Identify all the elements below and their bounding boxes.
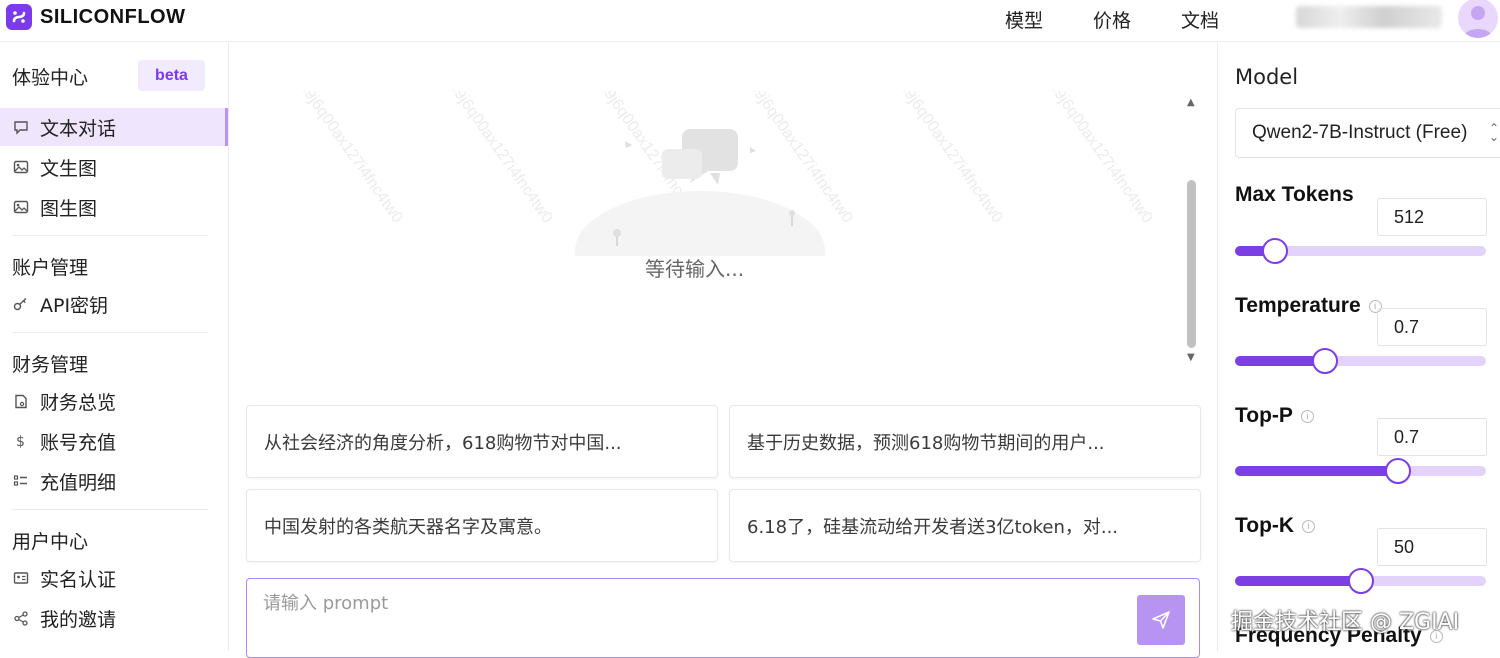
nav-models[interactable]: 模型 [1005,6,1043,33]
watermark-text: c1z569j6q00ax127i4fnc4tw0 [876,91,1006,227]
scroll-down-arrow-icon[interactable]: ▼ [1187,352,1195,363]
sidebar-item-finance-overview[interactable]: 财务总览 [0,382,228,420]
watermark-text: c1z569j6q00ax127i4fnc4tw0 [1166,91,1180,227]
sidebar-item-label: API密钥 [40,294,109,317]
sidebar-item-text-to-image[interactable]: 文生图 [0,148,228,186]
section-user-center: 用户中心 [12,531,89,553]
watermark-text: c1z569j6q00ax127i4fnc4tw0 [426,91,556,227]
divider [12,509,208,510]
model-title: Model [1235,65,1299,89]
user-account-blurred[interactable] [1296,6,1442,28]
top-p-label: Top-P i [1235,404,1314,428]
sidebar-item-label: 文生图 [40,157,98,180]
suggestion-text: 6.18了，硅基流动给开发者送3亿token，对... [747,516,1119,538]
nav-pricing[interactable]: 价格 [1093,6,1131,33]
top-k-label: Top-K i [1235,514,1316,538]
top-k-slider[interactable] [1235,568,1486,594]
model-select-value: Qwen2-7B-Instruct (Free) [1252,122,1468,143]
suggestion-card[interactable]: 从社会经济的角度分析，618购物节对中国... [246,405,718,478]
file-icon [12,392,30,410]
suggestion-text: 基于历史数据，预测618购物节期间的用户... [747,432,1105,454]
siliconflow-logo-icon [6,4,32,30]
suggestion-text: 从社会经济的角度分析，618购物节对中国... [264,432,622,454]
temperature-label: Temperature i [1235,294,1382,318]
slider-fill [1235,466,1398,476]
section-finance-management: 财务管理 [12,354,89,376]
suggestion-card[interactable]: 6.18了，硅基流动给开发者送3亿token，对... [729,489,1201,562]
brand-name: SILICONFLOW [40,5,186,28]
max-tokens-slider[interactable] [1235,238,1486,264]
sidebar-item-label: 图生图 [40,197,98,220]
watermark-text: c1z569j6q00ax127i4fnc4tw0 [1026,91,1156,227]
chat-icon [12,118,30,136]
send-button[interactable] [1137,595,1185,645]
list-icon [12,472,30,490]
svg-text:$: $ [16,434,25,449]
model-select[interactable]: Qwen2-7B-Instruct (Free) ⌃ ⌄ [1235,108,1500,158]
sidebar-item-api-keys[interactable]: API密钥 [0,285,228,323]
slider-thumb[interactable] [1262,238,1288,264]
max-tokens-input[interactable]: 512 [1377,198,1487,236]
scroll-up-arrow-icon[interactable]: ▲ [1187,97,1195,108]
user-avatar-icon [1464,6,1492,38]
divider [12,235,208,236]
top-k-input[interactable]: 50 [1377,528,1487,566]
empty-chat-illustration-icon [575,129,825,256]
temperature-input[interactable]: 0.7 [1377,308,1487,346]
dollar-icon: $ [12,432,30,450]
sidebar-item-my-invitations[interactable]: 我的邀请 [0,599,228,637]
brand-logo[interactable]: SILICONFLOW [6,4,185,30]
sidebar-item-label: 我的邀请 [40,608,117,631]
avatar[interactable] [1458,0,1498,38]
key-icon [12,295,30,313]
beta-badge: beta [138,60,205,91]
sidebar: 体验中心 beta 文本对话 文生图 图生图 账户管理 API密钥 财务管理 财… [0,43,229,651]
divider [12,332,208,333]
suggestion-card[interactable]: 中国发射的各类航天器名字及寓意。 [246,489,718,562]
id-card-icon [12,569,30,587]
sidebar-item-image-to-image[interactable]: 图生图 [0,188,228,226]
temperature-slider[interactable] [1235,348,1486,374]
top-p-input[interactable]: 0.7 [1377,418,1487,456]
prompt-box [246,578,1200,658]
slider-thumb[interactable] [1312,348,1338,374]
slider-thumb[interactable] [1385,458,1411,484]
sidebar-item-recharge[interactable]: $ 账号充值 [0,422,228,460]
sidebar-item-label: 财务总览 [40,391,117,414]
suggestion-card[interactable]: 基于历史数据，预测618购物节期间的用户... [729,405,1201,478]
slider-thumb[interactable] [1348,568,1374,594]
scrollbar-thumb[interactable] [1187,180,1196,348]
select-caret-icon: ⌃ ⌄ [1489,121,1500,144]
settings-panel: Model Qwen2-7B-Instruct (Free) ⌃ ⌄ Max To… [1217,43,1500,651]
image-icon [12,198,30,216]
sidebar-item-label: 账号充值 [40,431,117,454]
sidebar-item-label: 文本对话 [40,117,117,140]
section-account-management: 账户管理 [12,257,89,279]
sidebar-item-label: 充值明细 [40,471,117,494]
waiting-input-text: 等待输入... [645,257,745,281]
image-icon [12,158,30,176]
top-header: SILICONFLOW 模型 价格 文档 [0,0,1500,42]
chat-main: c1z569j6q00ax127i4fnc4tw0 c1z569j6q00ax1… [230,43,1216,658]
chat-messages-area: c1z569j6q00ax127i4fnc4tw0 c1z569j6q00ax1… [280,91,1180,411]
info-icon[interactable]: i [1300,409,1314,423]
section-experience-center: 体验中心 [12,67,89,89]
prompt-input[interactable] [263,593,1123,614]
share-icon [12,609,30,627]
watermark-text: c1z569j6q00ax127i4fnc4tw0 [280,91,406,227]
site-watermark: 掘金技术社区 @ ZGIAI [1231,610,1460,635]
sidebar-item-label: 实名认证 [40,568,117,591]
suggestion-text: 中国发射的各类航天器名字及寓意。 [264,516,552,538]
max-tokens-label: Max Tokens [1235,183,1354,206]
send-icon [1152,611,1170,629]
sidebar-item-text-chat[interactable]: 文本对话 [0,108,228,146]
sidebar-item-recharge-details[interactable]: 充值明细 [0,462,228,500]
info-icon[interactable]: i [1302,519,1316,533]
slider-fill [1235,576,1361,586]
sidebar-item-real-name-verification[interactable]: 实名认证 [0,559,228,597]
nav-docs[interactable]: 文档 [1181,6,1219,33]
top-p-slider[interactable] [1235,458,1486,484]
